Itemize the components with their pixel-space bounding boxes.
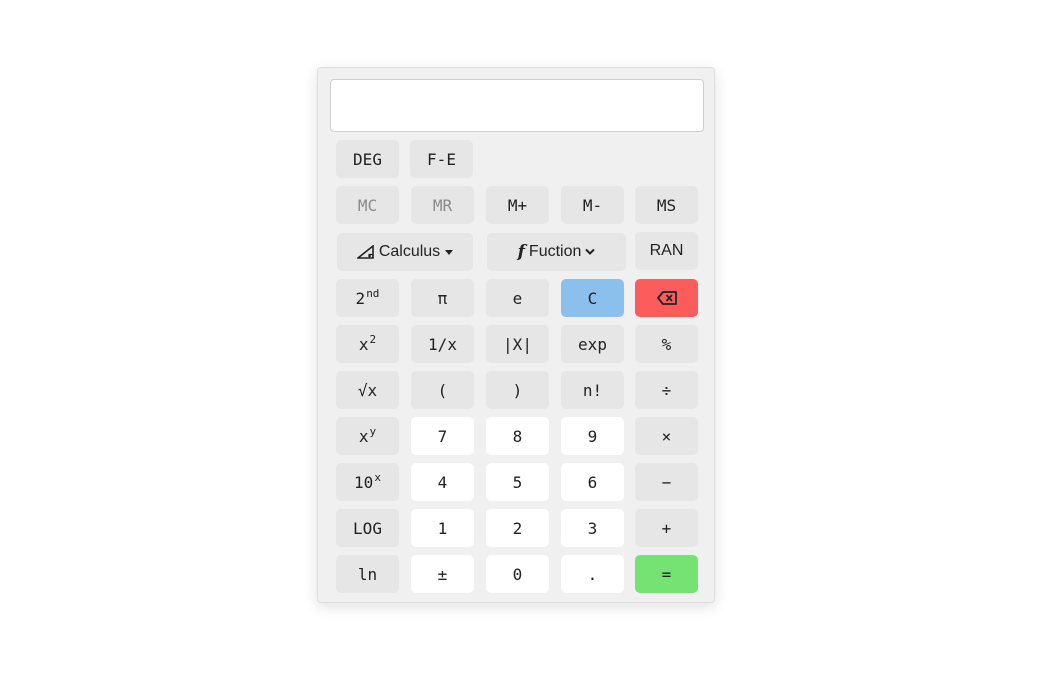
second-sup: nd [366,286,380,300]
left-paren-button[interactable]: ( [411,371,474,409]
reciprocal-button[interactable]: 1/x [411,325,474,363]
fe-button[interactable]: F-E [410,140,473,178]
calculus-dropdown[interactable]: Calculus [337,233,473,271]
ran-button[interactable]: RAN [635,232,698,270]
plus-button[interactable]: + [635,509,698,547]
second-base: 2 [355,288,366,308]
m-minus-button[interactable]: M- [561,186,624,224]
calculus-label: Calculus [378,243,441,260]
e-button[interactable]: e [486,279,549,317]
function-dropdown[interactable]: f Fuction [487,233,626,271]
square-button[interactable]: x2 [336,325,399,363]
square-base: x [358,334,369,354]
deg-button[interactable]: DEG [336,140,399,178]
second-button[interactable]: 2nd [336,279,399,317]
negate-button[interactable]: ± [411,555,474,593]
digit-7-button[interactable]: 7 [411,417,474,455]
percent-button[interactable]: % [635,325,698,363]
backspace-button[interactable] [635,279,698,317]
digit-6-button[interactable]: 6 [561,463,624,501]
digit-1-button[interactable]: 1 [411,509,474,547]
digit-9-button[interactable]: 9 [561,417,624,455]
ten-power-base: 10 [354,472,374,492]
divide-button[interactable]: ÷ [635,371,698,409]
power-sup: y [369,424,377,438]
log-button[interactable]: LOG [336,509,399,547]
calculator-display[interactable] [330,79,704,132]
caret-down-icon [445,249,454,255]
abs-button[interactable]: |X| [486,325,549,363]
exp-button[interactable]: exp [561,325,624,363]
chevron-down-icon [585,248,596,256]
triangle-ruler-icon [356,245,375,259]
function-label: Fuction [528,243,582,260]
power-base: x [358,426,369,446]
factorial-button[interactable]: n! [561,371,624,409]
minus-button[interactable]: − [635,463,698,501]
equals-button[interactable]: = [635,555,698,593]
digit-4-button[interactable]: 4 [411,463,474,501]
m-plus-button[interactable]: M+ [486,186,549,224]
digit-8-button[interactable]: 8 [486,417,549,455]
power-button[interactable]: xy [336,417,399,455]
square-sup: 2 [369,332,377,346]
digit-3-button[interactable]: 3 [561,509,624,547]
ln-button[interactable]: ln [336,555,399,593]
multiply-button[interactable]: × [635,417,698,455]
calculator-panel: DEG F-E MC MR M+ M- MS Calculus f Fuctio… [317,67,715,603]
digit-0-button[interactable]: 0 [486,555,549,593]
sqrt-button[interactable]: √x [336,371,399,409]
ten-power-sup: x [374,470,381,484]
function-f-icon: f [517,242,525,262]
decimal-button[interactable]: . [561,555,624,593]
backspace-icon [656,291,677,305]
digit-2-button[interactable]: 2 [486,509,549,547]
right-paren-button[interactable]: ) [486,371,549,409]
mr-button[interactable]: MR [411,186,474,224]
pi-button[interactable]: π [411,279,474,317]
ms-button[interactable]: MS [635,186,698,224]
mc-button[interactable]: MC [336,186,399,224]
clear-button[interactable]: C [561,279,624,317]
ten-power-button[interactable]: 10 x [336,463,399,501]
digit-5-button[interactable]: 5 [486,463,549,501]
